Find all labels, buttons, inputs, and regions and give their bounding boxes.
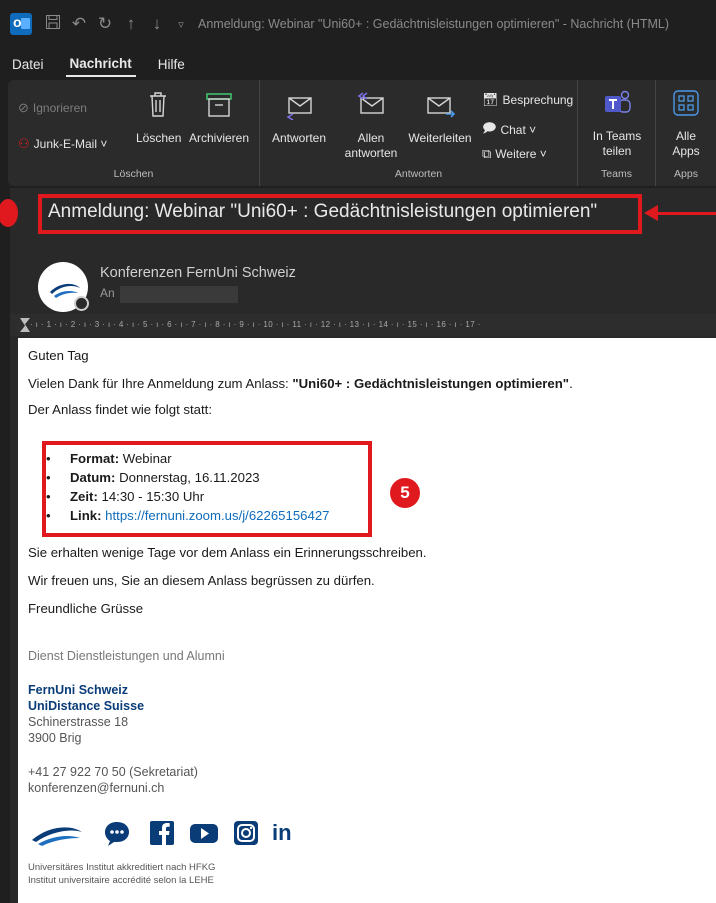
menu-nachricht[interactable]: Nachricht (65, 52, 136, 77)
meeting-button[interactable]: 📅︎ Besprechung (482, 92, 573, 108)
trash-icon (136, 90, 180, 126)
fernuni-logo-icon[interactable] (30, 818, 86, 848)
title-bar: ↶ ↻ ↑ ↓ ▿ Anmeldung: Webinar "Uni60+ : G… (0, 0, 716, 48)
reply-button[interactable]: Antworten (268, 90, 330, 146)
annotation-number-badge: 5 (390, 478, 420, 508)
annotation-arrow-line (656, 212, 716, 215)
delete-button[interactable]: Löschen (136, 90, 181, 146)
reminder-paragraph: Sie erhalten wenige Tage vor dem Anlass … (28, 545, 427, 560)
menu-hilfe[interactable]: Hilfe (154, 53, 189, 76)
share-to-teams-button[interactable]: In Teams teilen (582, 88, 652, 159)
accreditation-fr: Institut universitaire accrédité selon l… (28, 875, 214, 886)
ribbon-group-label-loeschen: Löschen (113, 168, 154, 180)
window-title: Anmeldung: Webinar "Uni60+ : Gedächtnisl… (198, 17, 670, 31)
thanks-paragraph: Vielen Dank für Ihre Anmeldung zum Anlas… (28, 376, 573, 391)
message-body: Guten Tag Vielen Dank für Ihre Anmeldung… (18, 338, 716, 903)
ignore-icon: ⊘ (18, 100, 29, 115)
linkedin-icon[interactable]: in (272, 818, 302, 848)
annotation-marker-left (0, 199, 18, 227)
forward-icon (404, 90, 476, 126)
signature-department: Dienst Dienstleistungen und Alumni (28, 649, 225, 663)
more-button[interactable]: ⧉ Weitere ˅ (482, 146, 547, 162)
message-viewer: Anmeldung: Webinar "Uni60+ : Gedächtnisl… (0, 188, 716, 903)
reply-all-button[interactable]: Allen antworten (338, 90, 404, 161)
message-subject: Anmeldung: Webinar "Uni60+ : Gedächtnisl… (48, 201, 598, 222)
signature-phone: +41 27 922 70 50 (Sekretariat) (28, 765, 198, 779)
ribbon-group-label-apps: Apps (674, 168, 698, 180)
calendar-icon: 📅︎ (482, 92, 499, 107)
sender-name[interactable]: Konferenzen FernUni Schweiz (100, 265, 296, 281)
outlook-app-icon (10, 13, 32, 35)
welcome-paragraph: Wir freuen uns, Sie an diesem Anlass beg… (28, 573, 375, 588)
ignore-button[interactable]: ⊘ Ignorieren (18, 100, 87, 116)
reply-all-icon (338, 90, 404, 126)
teams-icon (582, 88, 652, 124)
ribbon-group-label-antworten: Antworten (394, 168, 443, 180)
all-apps-button[interactable]: Alle Apps (660, 88, 712, 159)
greeting: Guten Tag (28, 348, 89, 363)
arrow-up-icon[interactable]: ↑ (118, 14, 144, 34)
more-windows-icon: ⧉ (482, 146, 492, 161)
zoom-link[interactable]: https://fernuni.zoom.us/j/62265156427 (102, 508, 329, 523)
chat-bubble-icon[interactable] (102, 818, 132, 848)
archive-button[interactable]: Archivieren (186, 90, 252, 146)
chat-button[interactable]: 🗩︎ Chat ˅ (482, 119, 536, 141)
ribbon: ⊘ Ignorieren ⚇ Junk-E-Mail ˅ Löschen Arc… (8, 80, 716, 186)
ribbon-group-label-teams: Teams (601, 168, 632, 180)
menu-datei[interactable]: Datei (8, 53, 48, 76)
ruler-indent-icon[interactable] (20, 318, 30, 332)
facebook-icon[interactable] (148, 818, 176, 848)
customize-chevron-icon[interactable]: ▿ (170, 18, 192, 31)
accreditation-de: Universitäres Institut akkreditiert nach… (28, 862, 216, 873)
redo-icon[interactable]: ↻ (92, 14, 118, 34)
instagram-icon[interactable] (232, 818, 260, 848)
archive-icon (186, 90, 252, 126)
undo-icon[interactable]: ↶ (66, 14, 92, 34)
arrow-down-icon[interactable]: ↓ (144, 14, 170, 34)
ruler: · ı · 1 · ı · 2 · ı · 3 · ı · 4 · ı · 5 … (10, 314, 716, 336)
ribbon-group-teams: In Teams teilen Teams (578, 80, 656, 186)
junk-person-icon: ⚇ (18, 136, 30, 151)
signature-street: Schinerstrasse 18 (28, 715, 129, 729)
ribbon-group-antworten: Antworten Allen antworten Weiterleiten 📅… (260, 80, 578, 186)
save-icon[interactable] (40, 14, 66, 35)
ribbon-group-apps: Alle Apps Apps (656, 80, 716, 186)
recipient-redacted (120, 286, 238, 303)
signature-org1: FernUni Schweiz (28, 683, 129, 697)
signature-city: 3900 Brig (28, 731, 82, 745)
reply-icon (268, 90, 330, 126)
forward-button[interactable]: Weiterleiten (404, 90, 476, 146)
presence-status-icon (74, 296, 89, 311)
signature-org2: UniDistance Suisse (28, 699, 145, 713)
ribbon-group-loeschen: ⊘ Ignorieren ⚇ Junk-E-Mail ˅ Löschen Arc… (8, 80, 260, 186)
to-label: An (100, 286, 115, 300)
menu-bar: Datei Nachricht Hilfe (0, 48, 716, 80)
intro-paragraph: Der Anlass findet wie folgt statt: (28, 402, 212, 417)
chat-icon: 🗩︎ (482, 120, 497, 135)
closing-paragraph: Freundliche Grüsse (28, 601, 144, 616)
signature-email[interactable]: konferenzen@fernuni.ch (28, 781, 164, 795)
ruler-scale: · ı · 1 · ı · 2 · ı · 3 · ı · 4 · ı · 5 … (30, 320, 481, 329)
junk-mail-button[interactable]: ⚇ Junk-E-Mail ˅ (18, 136, 107, 152)
apps-grid-icon (660, 88, 712, 124)
youtube-icon[interactable] (188, 818, 220, 848)
